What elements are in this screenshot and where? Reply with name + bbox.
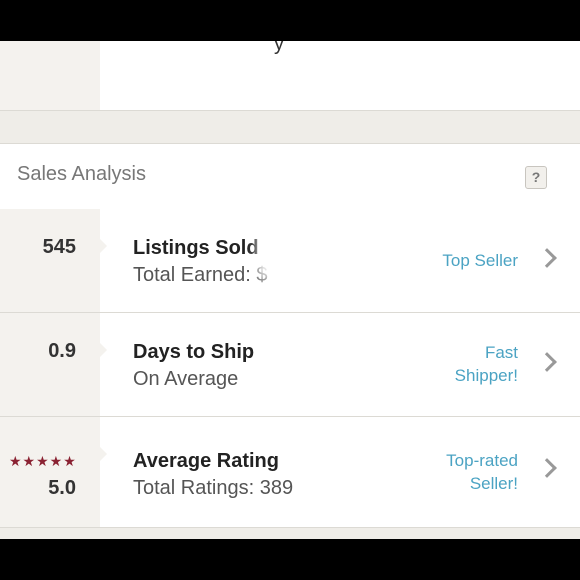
badge-line: Shipper! [454, 366, 518, 385]
help-button[interactable]: ? [525, 166, 547, 189]
badge-line: Seller! [469, 474, 518, 493]
days-to-ship-value: 0.9 [48, 340, 76, 362]
chevron-right-icon[interactable] [537, 352, 557, 372]
row-subtitle: On Average [133, 368, 239, 390]
metric-cell [0, 209, 107, 312]
previous-card: y [0, 41, 580, 111]
badge-line: Fast [484, 343, 518, 362]
screen: y Sales Analysis ? 545 Listings Sold Tot… [0, 41, 580, 539]
top-rated-seller-badge[interactable]: Top-rated Seller! [446, 449, 518, 495]
previous-card-text: y [274, 41, 284, 55]
average-rating-row[interactable]: ★★★★★ 5.0 Average Rating Total Ratings: … [0, 417, 580, 528]
metric-cell [0, 313, 107, 416]
top-seller-badge[interactable]: Top Seller [442, 249, 518, 272]
chevron-right-icon[interactable] [537, 458, 557, 478]
chevron-right-icon[interactable] [537, 248, 557, 268]
previous-card-left-strip [0, 41, 100, 110]
row-title: Listings Sold [133, 237, 259, 259]
row-title: Days to Ship [133, 341, 255, 363]
badge-line: Top-rated [446, 451, 518, 470]
metric-cell [0, 417, 107, 527]
badge-line: Top Seller [442, 251, 518, 270]
redaction-overlay [258, 187, 376, 279]
row-title: Average Rating [133, 450, 279, 472]
star-rating-icon: ★★★★★ [9, 453, 77, 469]
row-subtitle: Total Ratings: 389 [133, 477, 294, 499]
days-to-ship-row[interactable]: 0.9 Days to Ship On Average Fast Shipper… [0, 313, 580, 417]
section-title: Sales Analysis [17, 163, 146, 185]
row-subtitle: Total Earned: $ [133, 264, 268, 286]
fast-shipper-badge[interactable]: Fast Shipper! [455, 341, 518, 387]
average-rating-value: 5.0 [48, 477, 76, 499]
listings-sold-count: 545 [42, 236, 76, 258]
